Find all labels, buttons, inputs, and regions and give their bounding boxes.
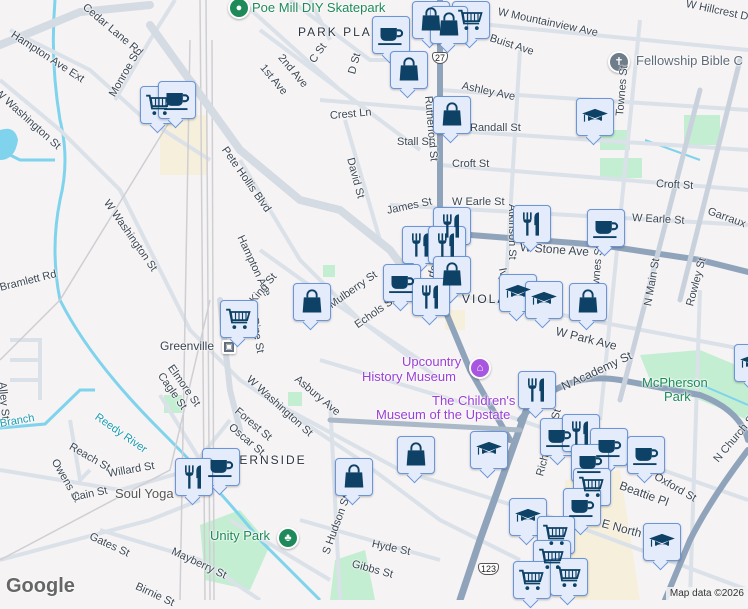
graduation-cap-icon [739,349,748,377]
fork-knife-icon [518,210,546,238]
coffee-cup-icon [388,269,416,297]
route-123-shield: 123 [478,563,500,575]
cart-marker[interactable] [513,561,551,599]
museum-icon[interactable]: ⌂ [469,357,491,379]
coffee-cup-icon [163,86,191,114]
bag-marker[interactable] [397,436,435,474]
shopping-bag-icon [435,11,463,39]
poi-childrens-museum-line1[interactable]: The Children's [432,393,515,408]
cup-marker[interactable] [383,264,421,302]
pond [0,128,18,160]
shopping-cart-icon [225,305,253,333]
bag-marker[interactable] [430,6,468,44]
coffee-cup-icon [632,441,660,469]
food-marker[interactable] [428,226,466,264]
graduation-cap-icon [475,436,503,464]
poi-upcountry-line2[interactable]: History Museum [362,369,456,384]
fork-knife-icon [523,376,551,404]
food-marker[interactable] [175,458,213,496]
poi-mcpherson-line1[interactable]: McPherson [642,375,708,390]
poi-upcountry-line1[interactable]: Upcountry [402,354,461,369]
school-marker[interactable] [734,344,748,382]
coffee-cup-icon [568,493,596,521]
food-marker[interactable] [513,205,551,243]
poi-mcpherson-line2[interactable]: Park [664,389,691,404]
graduation-cap-icon [514,503,542,531]
fork-knife-icon [407,231,435,259]
street-label: Croft St [452,158,490,170]
street-label: Croft St [655,178,694,192]
fork-knife-icon [567,419,595,447]
graduation-cap-icon [504,279,532,307]
cup-marker[interactable] [587,209,625,247]
coffee-cup-icon [207,453,235,481]
shopping-bag-icon [395,56,423,84]
school-marker[interactable] [643,523,681,561]
shopping-bag-icon [298,288,326,316]
street-label: Stall St [397,136,432,148]
bag-marker[interactable] [569,283,607,321]
shopping-bag-icon [340,463,368,491]
poi-childrens-museum-line2[interactable]: Museum of the Upstate [376,407,510,422]
cart-marker[interactable] [550,558,588,596]
bag-marker[interactable] [293,283,331,321]
food-marker[interactable] [518,371,556,409]
shopping-bag-icon [574,288,602,316]
cup-marker[interactable] [158,81,196,119]
poi-fellowship-bible[interactable]: Fellowship Bible C [636,53,743,68]
graduation-cap-icon [530,286,558,314]
shopping-bag-icon [402,441,430,469]
poi-greenville-station[interactable]: Greenville [160,339,214,353]
poi-unity-park[interactable]: Unity Park [210,528,270,543]
cup-marker[interactable] [372,16,410,54]
school-marker[interactable] [576,98,614,136]
cart-marker[interactable] [220,300,258,338]
shopping-cart-icon [555,563,583,591]
coffee-cup-icon [377,21,405,49]
google-logo: Google [6,575,75,597]
bag-marker[interactable] [433,96,471,134]
bag-marker[interactable] [390,51,428,89]
fork-knife-icon [433,231,461,259]
fork-knife-icon [180,463,208,491]
food-marker[interactable] [412,278,450,316]
cup-marker[interactable] [627,436,665,474]
neighborhood-fernside: FERNSIDE [230,453,307,467]
shopping-bag-icon [438,101,466,129]
map-attribution[interactable]: Map data ©2026 [665,587,748,600]
graduation-cap-icon [648,528,676,556]
bag-marker[interactable] [335,458,373,496]
poi-skatepark[interactable]: Poe Mill DIY Skatepark [252,0,385,15]
poi-soul-yoga[interactable]: Soul Yoga [115,486,174,501]
graduation-cap-icon [581,103,609,131]
school-marker[interactable] [470,431,508,469]
street-label: Randall St [470,122,521,134]
coffee-cup-icon [592,214,620,242]
fork-knife-icon [417,283,445,311]
school-marker[interactable] [525,281,563,319]
tree-icon[interactable]: ♣ [277,527,299,549]
shopping-cart-icon [518,566,546,594]
